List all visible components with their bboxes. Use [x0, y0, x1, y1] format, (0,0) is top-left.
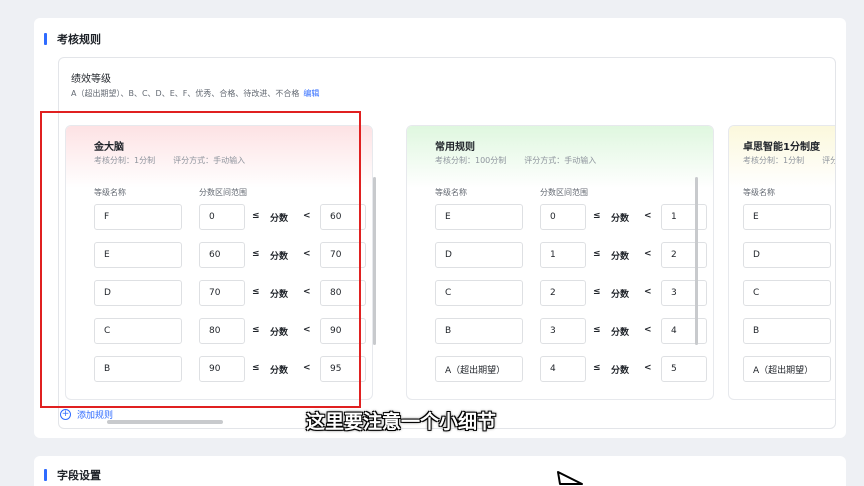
lt-sign: < [644, 211, 652, 221]
range-min-field[interactable]: 1 [540, 242, 586, 268]
score-system: 考核分制：1分制 [743, 156, 805, 165]
range-max-field[interactable]: 3 [661, 280, 707, 306]
score-system: 考核分制：100分制 [435, 156, 507, 165]
le-sign: ≤ [593, 249, 601, 259]
le-sign: ≤ [593, 363, 601, 373]
lt-sign: < [644, 287, 652, 297]
le-sign: ≤ [593, 325, 601, 335]
field-settings-section: 字段设置 [34, 456, 846, 486]
level-name-field[interactable]: E [743, 204, 831, 230]
video-subtitle: 这里要注意一个小细节 [306, 411, 497, 433]
rule-name: 卓思智能1分制度 [743, 142, 820, 153]
input-mode: 评分 [822, 156, 835, 165]
highlight-annotation-box [40, 111, 361, 408]
range-max-field[interactable]: 5 [661, 356, 707, 382]
add-rule-button[interactable]: + 添加规则 [60, 408, 113, 421]
range-min-field[interactable]: 2 [540, 280, 586, 306]
section-title: 考核规则 [44, 31, 101, 47]
level-name-field[interactable]: A（超出期望） [743, 356, 831, 382]
score-label: 分数 [611, 252, 630, 262]
level-name-field[interactable]: D [743, 242, 831, 268]
score-label: 分数 [611, 214, 630, 224]
range-min-field[interactable]: 4 [540, 356, 586, 382]
level-name-field[interactable]: B [435, 318, 523, 344]
range-max-field[interactable]: 4 [661, 318, 707, 344]
level-name-field[interactable]: C [435, 280, 523, 306]
rule-name: 常用规则 [435, 142, 475, 153]
level-name-field[interactable]: E [435, 204, 523, 230]
score-label: 分数 [611, 328, 630, 338]
levels-text: A（超出期望）、B、C、D、E、F、优秀、合格、待改进、不合格 [71, 89, 300, 98]
level-name-field[interactable]: B [743, 318, 831, 344]
column-header-range: 分数区间范围 [540, 188, 588, 197]
rule2-vertical-scrollbar[interactable] [695, 177, 698, 345]
mouse-cursor-icon [557, 471, 583, 485]
section-title: 字段设置 [44, 467, 101, 483]
range-max-field[interactable]: 1 [661, 204, 707, 230]
le-sign: ≤ [593, 211, 601, 221]
column-header-level: 等级名称 [743, 188, 775, 197]
level-name-field[interactable]: C [743, 280, 831, 306]
input-mode: 评分方式：手动输入 [524, 156, 597, 165]
levels-title: 绩效等级 [71, 74, 111, 85]
rule-meta: 考核分制：100分制 评分方式：手动输入 [435, 155, 596, 166]
edit-levels-link[interactable]: 编辑 [303, 89, 319, 98]
horizontal-scrollbar[interactable] [107, 420, 223, 424]
title-accent-bar [44, 469, 47, 481]
range-min-field[interactable]: 3 [540, 318, 586, 344]
lt-sign: < [644, 363, 652, 373]
section-title-text: 考核规则 [57, 33, 101, 46]
range-min-field[interactable]: 0 [540, 204, 586, 230]
level-name-field[interactable]: A（超出期望） [435, 356, 523, 382]
rule-card-common[interactable]: 常用规则 考核分制：100分制 评分方式：手动输入 等级名称 分数区间范围 E 0… [406, 125, 714, 400]
column-header-level: 等级名称 [435, 188, 467, 197]
rule1-vertical-scrollbar[interactable] [373, 177, 376, 345]
score-label: 分数 [611, 290, 630, 300]
score-label: 分数 [611, 366, 630, 376]
add-rule-label: 添加规则 [77, 411, 114, 421]
plus-circle-icon: + [60, 409, 71, 420]
lt-sign: < [644, 249, 652, 259]
level-name-field[interactable]: D [435, 242, 523, 268]
rule-meta: 考核分制：1分制 评分 [743, 155, 835, 166]
title-accent-bar [44, 33, 47, 45]
rule-card-zhuosi[interactable]: 卓思智能1分制度 考核分制：1分制 评分 等级名称 E D C B A（超出期望） [728, 125, 835, 400]
range-max-field[interactable]: 2 [661, 242, 707, 268]
le-sign: ≤ [593, 287, 601, 297]
lt-sign: < [644, 325, 652, 335]
section-title-text: 字段设置 [57, 469, 101, 482]
levels-list: A（超出期望）、B、C、D、E、F、优秀、合格、待改进、不合格 编辑 [71, 88, 319, 99]
